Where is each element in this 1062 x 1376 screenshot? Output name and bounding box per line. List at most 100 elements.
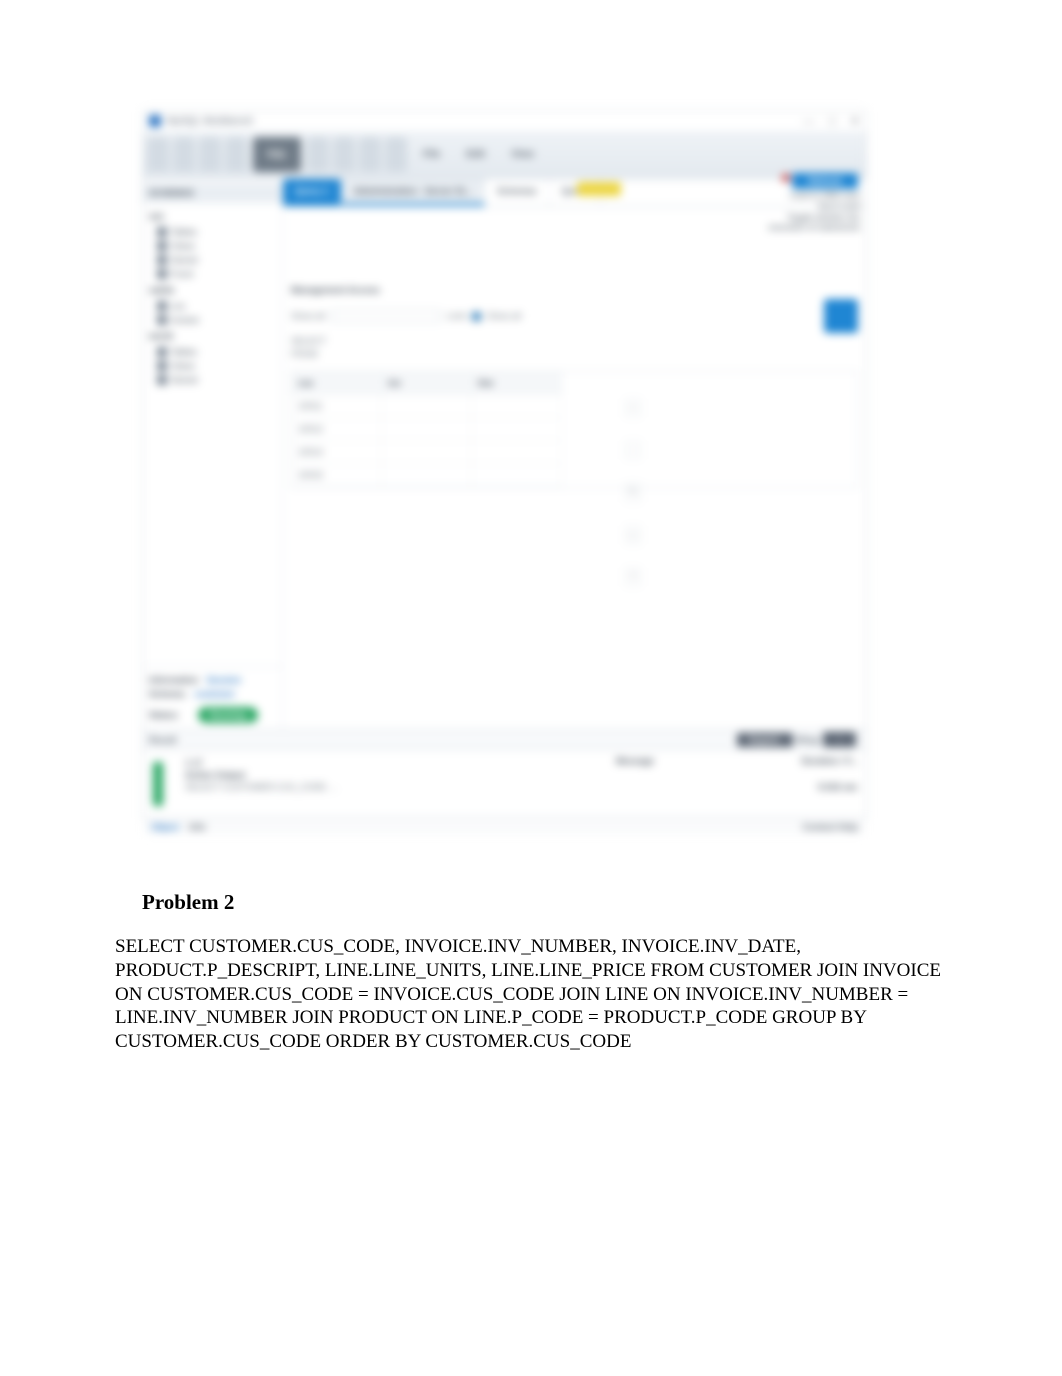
info-tab[interactable]: Information xyxy=(149,675,199,685)
toolbar-button[interactable] xyxy=(199,137,221,172)
snippet-line: Limit to 1000 rows xyxy=(705,191,860,202)
col-header[interactable]: inv xyxy=(382,372,472,395)
status-info[interactable]: Info xyxy=(189,822,206,832)
param-input[interactable] xyxy=(331,310,441,322)
menu-item[interactable]: Edit xyxy=(466,149,485,160)
toolbar-button[interactable] xyxy=(385,137,407,172)
row-label: Show all xyxy=(291,311,325,321)
grid-cell[interactable] xyxy=(472,464,562,487)
statusbar: Object Info Context Help xyxy=(143,817,866,835)
row-label: Show all xyxy=(487,311,521,321)
edit-icon[interactable]: ✎ xyxy=(625,483,641,502)
status-context-help[interactable]: Context Help xyxy=(802,822,858,832)
tree-item[interactable]: Stored xyxy=(157,253,278,267)
grid-cell[interactable]: 10014 xyxy=(292,441,382,464)
table-icon xyxy=(157,227,167,237)
grid-cell[interactable] xyxy=(382,418,472,441)
titlebar: MySQL Workbench — □ ✕ xyxy=(143,111,866,131)
tab-admin[interactable]: Administration - Server St... xyxy=(342,179,486,206)
schema-group-label[interactable]: world xyxy=(147,327,278,345)
tree-item[interactable]: Tables xyxy=(157,345,278,359)
grid-cell[interactable] xyxy=(472,395,562,418)
app-window: MySQL Workbench — □ ✕ SQL File Edit View xyxy=(142,110,867,820)
checkbox-icon[interactable] xyxy=(472,312,481,321)
table-icon xyxy=(157,347,167,357)
close-icon[interactable]: ✕ xyxy=(850,114,860,128)
tree-item[interactable]: invoice xyxy=(157,313,278,327)
tree-item[interactable]: Tables xyxy=(157,225,278,239)
plus-icon[interactable]: + xyxy=(625,399,641,417)
menu-item[interactable]: File xyxy=(423,149,440,160)
sql-button-label: SQL xyxy=(267,149,288,160)
tab-query[interactable]: Query 1 xyxy=(283,179,342,206)
tree-item[interactable]: cus xyxy=(157,299,278,313)
snippet-line: Don't Limit xyxy=(705,202,860,213)
schema-label: Schema: xyxy=(149,689,187,699)
toolbar-button[interactable] xyxy=(333,137,355,172)
result-label: Result xyxy=(149,735,177,745)
tree-item[interactable]: Views xyxy=(157,239,278,253)
tab-label: Query 1 xyxy=(295,186,329,196)
table-icon xyxy=(157,315,167,325)
sql-button[interactable]: SQL xyxy=(253,137,301,172)
toolbar-button[interactable] xyxy=(307,137,329,172)
toolbar-button[interactable] xyxy=(173,137,195,172)
status-label: Status: xyxy=(149,710,180,720)
toolbar-menu: File Edit View xyxy=(409,131,866,178)
minus-icon[interactable]: − xyxy=(625,441,641,459)
grid-cell[interactable] xyxy=(382,464,472,487)
tree-item[interactable]: Stored xyxy=(157,373,278,387)
problem-heading: Problem 2 xyxy=(142,890,947,915)
refresh-label: Refresh xyxy=(808,176,842,186)
tree-item-label: Funct xyxy=(171,269,194,279)
maximize-icon[interactable]: □ xyxy=(829,114,836,128)
grid-cell[interactable]: 10015 xyxy=(292,464,382,487)
table-icon xyxy=(157,301,167,311)
code-kw: SELECT xyxy=(291,336,326,346)
col-header[interactable]: line xyxy=(472,372,562,395)
grid-cell[interactable] xyxy=(472,441,562,464)
tree-item-label: Stored xyxy=(171,255,198,265)
tree-item-label: Views xyxy=(171,241,195,251)
grid-cell[interactable] xyxy=(472,418,562,441)
message-label: Message xyxy=(616,756,654,766)
wrap-button[interactable]: ⋯ xyxy=(823,732,856,747)
tree-item[interactable]: Funct xyxy=(157,267,278,281)
sidebar: SCHEMAS sys Tables Views Stored Funct sa… xyxy=(143,179,283,729)
export-button[interactable]: Export: xyxy=(737,733,793,747)
grid-cell[interactable]: 10012 xyxy=(292,418,382,441)
minimize-icon[interactable]: — xyxy=(803,114,815,128)
result-grid: cus inv line 10011 10012 10014 10015 xyxy=(291,371,858,488)
tree-item[interactable]: Views xyxy=(157,359,278,373)
sidebar-header: SCHEMAS xyxy=(143,183,282,203)
main-panel: Refresh Query 1 Administration - Server … xyxy=(283,179,866,729)
right-snippet: Limit to 1000 rows Don't Limit Toggle wh… xyxy=(705,191,860,237)
help-icon[interactable]: ? xyxy=(625,568,641,586)
box-icon[interactable]: □ xyxy=(625,526,641,544)
app-toolbar: SQL File Edit View xyxy=(143,131,866,179)
run-button[interactable] xyxy=(824,299,858,333)
refresh-button[interactable]: Refresh xyxy=(792,173,858,189)
output-panel: 1 17 Action Output SELECT CUSTOMER.CUS_C… xyxy=(143,749,866,817)
col-header[interactable]: cus xyxy=(292,372,382,395)
tab-schemas[interactable]: Schemas xyxy=(485,179,550,206)
menu-item[interactable]: View xyxy=(511,149,534,160)
tree-item-label: cus xyxy=(171,301,185,311)
action-label: Action Output xyxy=(185,770,245,780)
bottom-bar: Result Export: Wrap ⋯ xyxy=(143,729,866,749)
toolbar-button[interactable] xyxy=(147,137,169,172)
query-area: Management Access Show all Limit Show al… xyxy=(283,207,866,496)
status-object[interactable]: Object xyxy=(151,822,179,832)
grid-cell[interactable]: 10011 xyxy=(292,395,382,418)
session-tab[interactable]: Session xyxy=(207,675,242,685)
schema-group-label[interactable]: sakila xyxy=(147,281,278,299)
snippet-line: Toggle whether the xyxy=(705,213,860,224)
line-number: 1 17 xyxy=(185,758,203,768)
document-section: Problem 2 SELECT CUSTOMER.CUS_CODE, INVO… xyxy=(115,890,947,1054)
schema-group-label[interactable]: sys xyxy=(147,207,278,225)
table-icon xyxy=(157,269,167,279)
toolbar-button[interactable] xyxy=(359,137,381,172)
grid-cell[interactable] xyxy=(382,395,472,418)
grid-cell[interactable] xyxy=(382,441,472,464)
toolbar-button[interactable] xyxy=(225,137,247,172)
